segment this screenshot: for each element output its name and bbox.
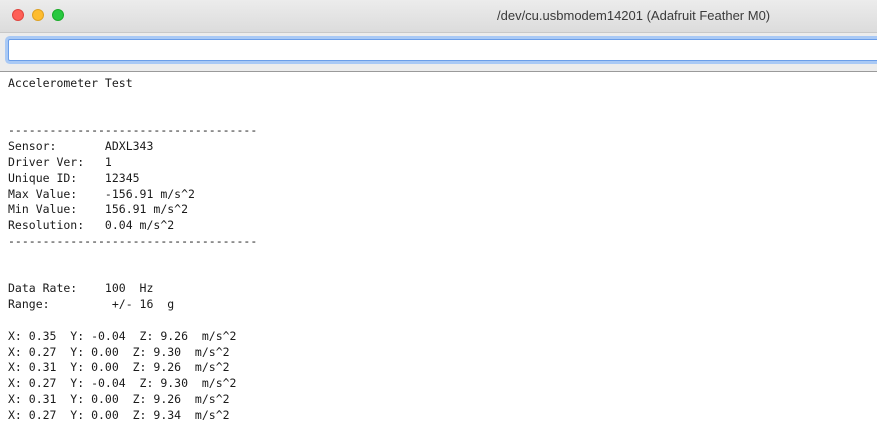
window-title: /dev/cu.usbmodem14201 (Adafruit Feather … [497, 8, 771, 23]
output-line: Sensor: ADXL343 [8, 139, 154, 154]
title-bar[interactable]: /dev/cu.usbmodem14201 (Adafruit Feather … [0, 0, 877, 33]
close-button[interactable] [12, 9, 24, 21]
output-line: ------------------------------------ [8, 123, 258, 138]
output-line: X: 0.27 Y: 0.00 Z: 9.30 m/s^2 [8, 344, 230, 359]
output-line: Driver Ver: 1 [8, 154, 112, 169]
output-line: Data Rate: 100 Hz [8, 281, 154, 296]
zoom-button[interactable] [52, 9, 64, 21]
output-line: Min Value: 156.91 m/s^2 [8, 202, 189, 217]
output-line: Resolution: 0.04 m/s^2 [8, 218, 175, 233]
serial-monitor-window: /dev/cu.usbmodem14201 (Adafruit Feather … [0, 0, 877, 435]
output-line: X: 0.35 Y: -0.04 Z: 9.26 m/s^2 [8, 328, 237, 343]
output-line: X: 0.31 Y: 0.00 Z: 9.26 m/s^2 [8, 391, 230, 406]
output-line: Range: +/- 16 g [8, 297, 175, 312]
send-bar [0, 33, 877, 72]
output-line: X: 0.31 Y: 0.00 Z: 9.26 m/s^2 [8, 360, 230, 375]
serial-output[interactable]: Accelerometer Test ----------------------… [8, 76, 868, 424]
output-line: Unique ID: 12345 [8, 170, 140, 185]
output-line: X: 0.27 Y: -0.04 Z: 9.30 m/s^2 [8, 376, 237, 391]
output-line: X: 0.27 Y: 0.00 Z: 9.34 m/s^2 [8, 407, 230, 422]
output-line: ------------------------------------ [8, 233, 258, 248]
serial-send-input[interactable] [8, 39, 877, 61]
minimize-button[interactable] [32, 9, 44, 21]
output-line: Max Value: -156.91 m/s^2 [8, 186, 195, 201]
output-line: Accelerometer Test [8, 76, 133, 90]
